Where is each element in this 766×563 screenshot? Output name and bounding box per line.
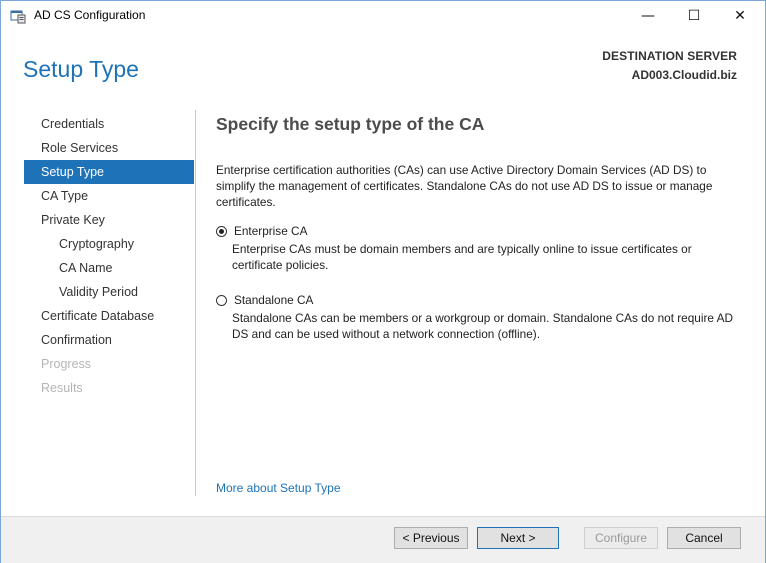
nav-item-validity-period[interactable]: Validity Period: [24, 280, 194, 304]
enterprise-ca-label[interactable]: Enterprise CA: [234, 224, 307, 238]
next-button[interactable]: Next >: [477, 527, 559, 549]
title-bar[interactable]: AD CS Configuration — ☐ ✕: [1, 1, 765, 31]
close-button[interactable]: ✕: [717, 1, 763, 31]
nav-item-role-services[interactable]: Role Services: [24, 136, 194, 160]
destination-server-name: AD003.Cloudid.biz: [631, 68, 737, 82]
standalone-ca-radio[interactable]: [216, 294, 227, 306]
nav-item-cryptography[interactable]: Cryptography: [24, 232, 194, 256]
server-manager-icon: [10, 8, 26, 24]
enterprise-ca-radio[interactable]: [216, 225, 227, 237]
option-enterprise-ca[interactable]: Enterprise CA Enterprise CAs must be dom…: [216, 223, 741, 273]
nav-item-certificate-database[interactable]: Certificate Database: [24, 304, 194, 328]
option-standalone-ca[interactable]: Standalone CA Standalone CAs can be memb…: [216, 292, 741, 342]
nav-item-confirmation[interactable]: Confirmation: [24, 328, 194, 352]
section-description: Enterprise certification authorities (CA…: [216, 163, 713, 209]
standalone-ca-description: Standalone CAs can be members or a workg…: [232, 311, 733, 341]
section-heading: Specify the setup type of the CA: [216, 114, 485, 134]
nav-item-ca-type[interactable]: CA Type: [24, 184, 194, 208]
wizard-footer: < Previous Next > Configure Cancel: [1, 516, 765, 563]
wizard-window: AD CS Configuration — ☐ ✕ Setup Type DES…: [0, 0, 766, 563]
cancel-button[interactable]: Cancel: [667, 527, 741, 549]
nav-item-credentials[interactable]: Credentials: [24, 112, 194, 136]
configure-button: Configure: [584, 527, 658, 549]
wizard-nav: Credentials Role Services Setup Type CA …: [24, 112, 194, 400]
more-about-setup-type-link[interactable]: More about Setup Type: [216, 481, 341, 495]
nav-item-results: Results: [41, 381, 83, 395]
destination-server-label: DESTINATION SERVER: [602, 49, 737, 63]
previous-button[interactable]: < Previous: [394, 527, 468, 549]
standalone-ca-label[interactable]: Standalone CA: [234, 293, 313, 307]
nav-item-setup-type[interactable]: Setup Type: [24, 160, 194, 184]
page-title: Setup Type: [23, 56, 139, 82]
nav-item-ca-name[interactable]: CA Name: [24, 256, 194, 280]
window-title: AD CS Configuration: [34, 8, 146, 22]
nav-item-progress: Progress: [41, 357, 92, 371]
enterprise-ca-description: Enterprise CAs must be domain members an…: [232, 242, 692, 272]
main-content: Specify the setup type of the CA Enterpr…: [216, 112, 741, 341]
nav-divider: [195, 110, 196, 496]
maximize-button[interactable]: ☐: [671, 1, 717, 31]
nav-item-private-key[interactable]: Private Key: [24, 208, 194, 232]
minimize-button[interactable]: —: [625, 1, 671, 31]
